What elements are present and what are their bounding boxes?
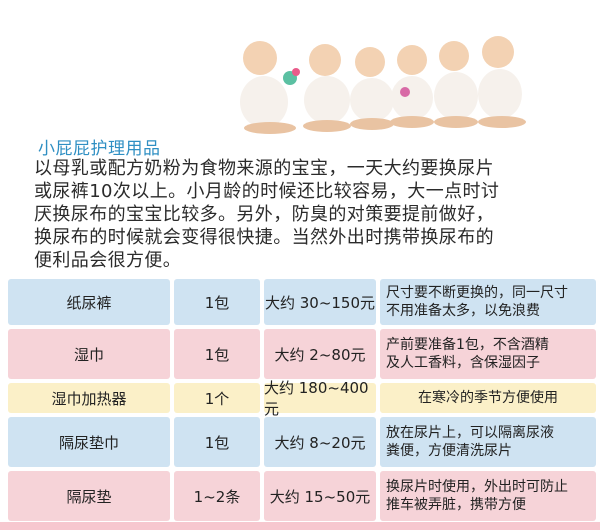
item-price: 大约 30~150元 (264, 279, 376, 325)
item-quantity: 1~2条 (174, 471, 260, 521)
item-name: 湿巾加热器 (8, 383, 170, 413)
item-name: 隔尿垫巾 (8, 417, 170, 467)
supplies-table: 纸尿裤 1包 大约 30~150元 尺寸要不断更换的，同一尺寸 不用准备太多，以… (0, 277, 600, 530)
item-price: 大约 8~20元 (264, 417, 376, 467)
paragraph-line: 以母乳或配方奶粉为食物来源的宝宝，一天大约要换尿片 (34, 158, 494, 179)
item-note: 尺寸要不断更换的，同一尺寸 不用准备太多，以免浪费 (380, 279, 596, 325)
baby-2 (303, 44, 351, 132)
intro-paragraph: 以母乳或配方奶粉为食物来源的宝宝，一天大约要换尿片 或尿裤10次以上。小月龄的时… (34, 157, 574, 272)
bottom-band (0, 522, 600, 530)
item-note: 换尿片时使用，外出时可防止 推车被弄脏，携带方便 (380, 471, 596, 521)
item-name: 隔尿垫 (8, 471, 170, 521)
table-row: 湿巾 1包 大约 2~80元 产前要准备1包，不含酒精 及人工香料，含保湿因子 (0, 329, 600, 379)
toy-icon (283, 68, 300, 85)
baby-6 (478, 36, 526, 128)
item-quantity: 1个 (174, 383, 260, 413)
paragraph-line: 或尿裤10次以上。小月龄的时候还比较容易，大一点时讨 (34, 181, 500, 202)
baby-5 (434, 41, 478, 128)
item-note: 产前要准备1包，不含酒精 及人工香料，含保湿因子 (380, 329, 596, 379)
paragraph-line: 便利品会很方便。 (34, 250, 182, 271)
item-quantity: 1包 (174, 417, 260, 467)
babies-photo (240, 36, 526, 134)
baby-4 (390, 45, 434, 128)
item-price: 大约 2~80元 (264, 329, 376, 379)
table-row: 隔尿垫巾 1包 大约 8~20元 放在尿片上，可以隔离尿液 粪便，方便清洗尿片 (0, 417, 600, 467)
section-heading: 小屁屁护理用品 (38, 139, 161, 159)
table-row: 湿巾加热器 1个 大约 180~400元 在寒冷的季节方便使用 (0, 379, 600, 418)
item-name: 纸尿裤 (8, 279, 170, 325)
item-price: 大约 180~400元 (264, 379, 376, 418)
item-price: 大约 15~50元 (264, 471, 376, 521)
paragraph-line: 厌换尿布的宝宝比较多。另外，防臭的对策要提前做好， (34, 204, 494, 225)
item-quantity: 1包 (174, 329, 260, 379)
table-row: 隔尿垫 1~2条 大约 15~50元 换尿片时使用，外出时可防止 推车被弄脏，携… (0, 471, 600, 521)
baby-3 (350, 47, 394, 130)
table-row: 纸尿裤 1包 大约 30~150元 尺寸要不断更换的，同一尺寸 不用准备太多，以… (0, 279, 600, 325)
item-name: 湿巾 (8, 329, 170, 379)
paragraph-line: 换尿布的时候就会变得很快捷。当然外出时携带换尿布的 (34, 227, 494, 248)
item-quantity: 1包 (174, 279, 260, 325)
item-note: 放在尿片上，可以隔离尿液 粪便，方便清洗尿片 (380, 417, 596, 467)
item-note: 在寒冷的季节方便使用 (380, 383, 596, 413)
baby-1 (240, 41, 296, 134)
